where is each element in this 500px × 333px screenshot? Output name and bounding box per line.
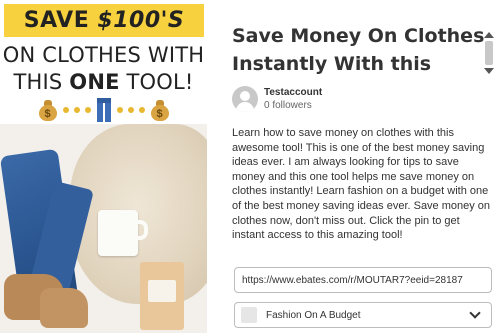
pin-description: Learn how to save money on clothes with … (232, 127, 491, 242)
default-user-avatar-icon[interactable] (232, 86, 258, 112)
author-followers: 0 followers (264, 99, 312, 111)
promo-banner: SAVE $100'S (4, 4, 204, 37)
author-name[interactable]: Testaccount (264, 87, 322, 99)
mug-handle-shape (136, 220, 148, 240)
scroll-down-icon[interactable] (484, 68, 494, 74)
dot-icon (84, 107, 91, 113)
board-select[interactable]: Fashion On A Budget (234, 302, 492, 328)
decorative-icon-row: $ $ (0, 98, 207, 122)
boot-shape (40, 288, 88, 328)
author-info: Testaccount 0 followers (264, 87, 322, 112)
money-bag-icon: $ (150, 99, 170, 121)
package-label-shape (148, 280, 176, 302)
title-scrollbar[interactable] (482, 28, 496, 78)
pin-image[interactable]: SAVE $100'S ON CLOTHES WITH THIS ONE TOO… (0, 0, 207, 333)
mug-shape (98, 210, 138, 256)
pin-title: Save Money On Clothes Instantly With thi… (232, 25, 485, 75)
clothes-photo (0, 124, 207, 333)
pin-headline: ON CLOTHES WITH THIS ONE TOOL! (0, 42, 207, 96)
sweater-shape (70, 124, 207, 304)
headline-line-2: THIS ONE TOOL! (13, 70, 194, 94)
dot-icon (116, 107, 123, 113)
jeans-icon (96, 98, 112, 122)
pin-details: Save Money On Clothes Instantly With thi… (222, 0, 500, 333)
destination-url-field[interactable] (234, 267, 492, 293)
dot-icon (127, 107, 134, 113)
scroll-thumb[interactable] (485, 41, 493, 65)
banner-amount: $100'S (97, 8, 185, 33)
board-thumbnail (241, 307, 257, 323)
dot-icon (62, 107, 69, 113)
dot-icon (138, 107, 145, 113)
scroll-up-icon[interactable] (484, 32, 494, 38)
dot-icon (73, 107, 80, 113)
headline-emphasis: ONE (69, 70, 120, 94)
banner-text: SAVE $100'S (23, 8, 185, 33)
board-select-value: Fashion On A Budget (266, 309, 361, 321)
headline-line-1: ON CLOTHES WITH (2, 43, 205, 67)
money-bag-icon: $ (38, 99, 58, 121)
author-block[interactable]: Testaccount 0 followers (232, 85, 322, 113)
chevron-down-icon[interactable] (469, 307, 481, 319)
